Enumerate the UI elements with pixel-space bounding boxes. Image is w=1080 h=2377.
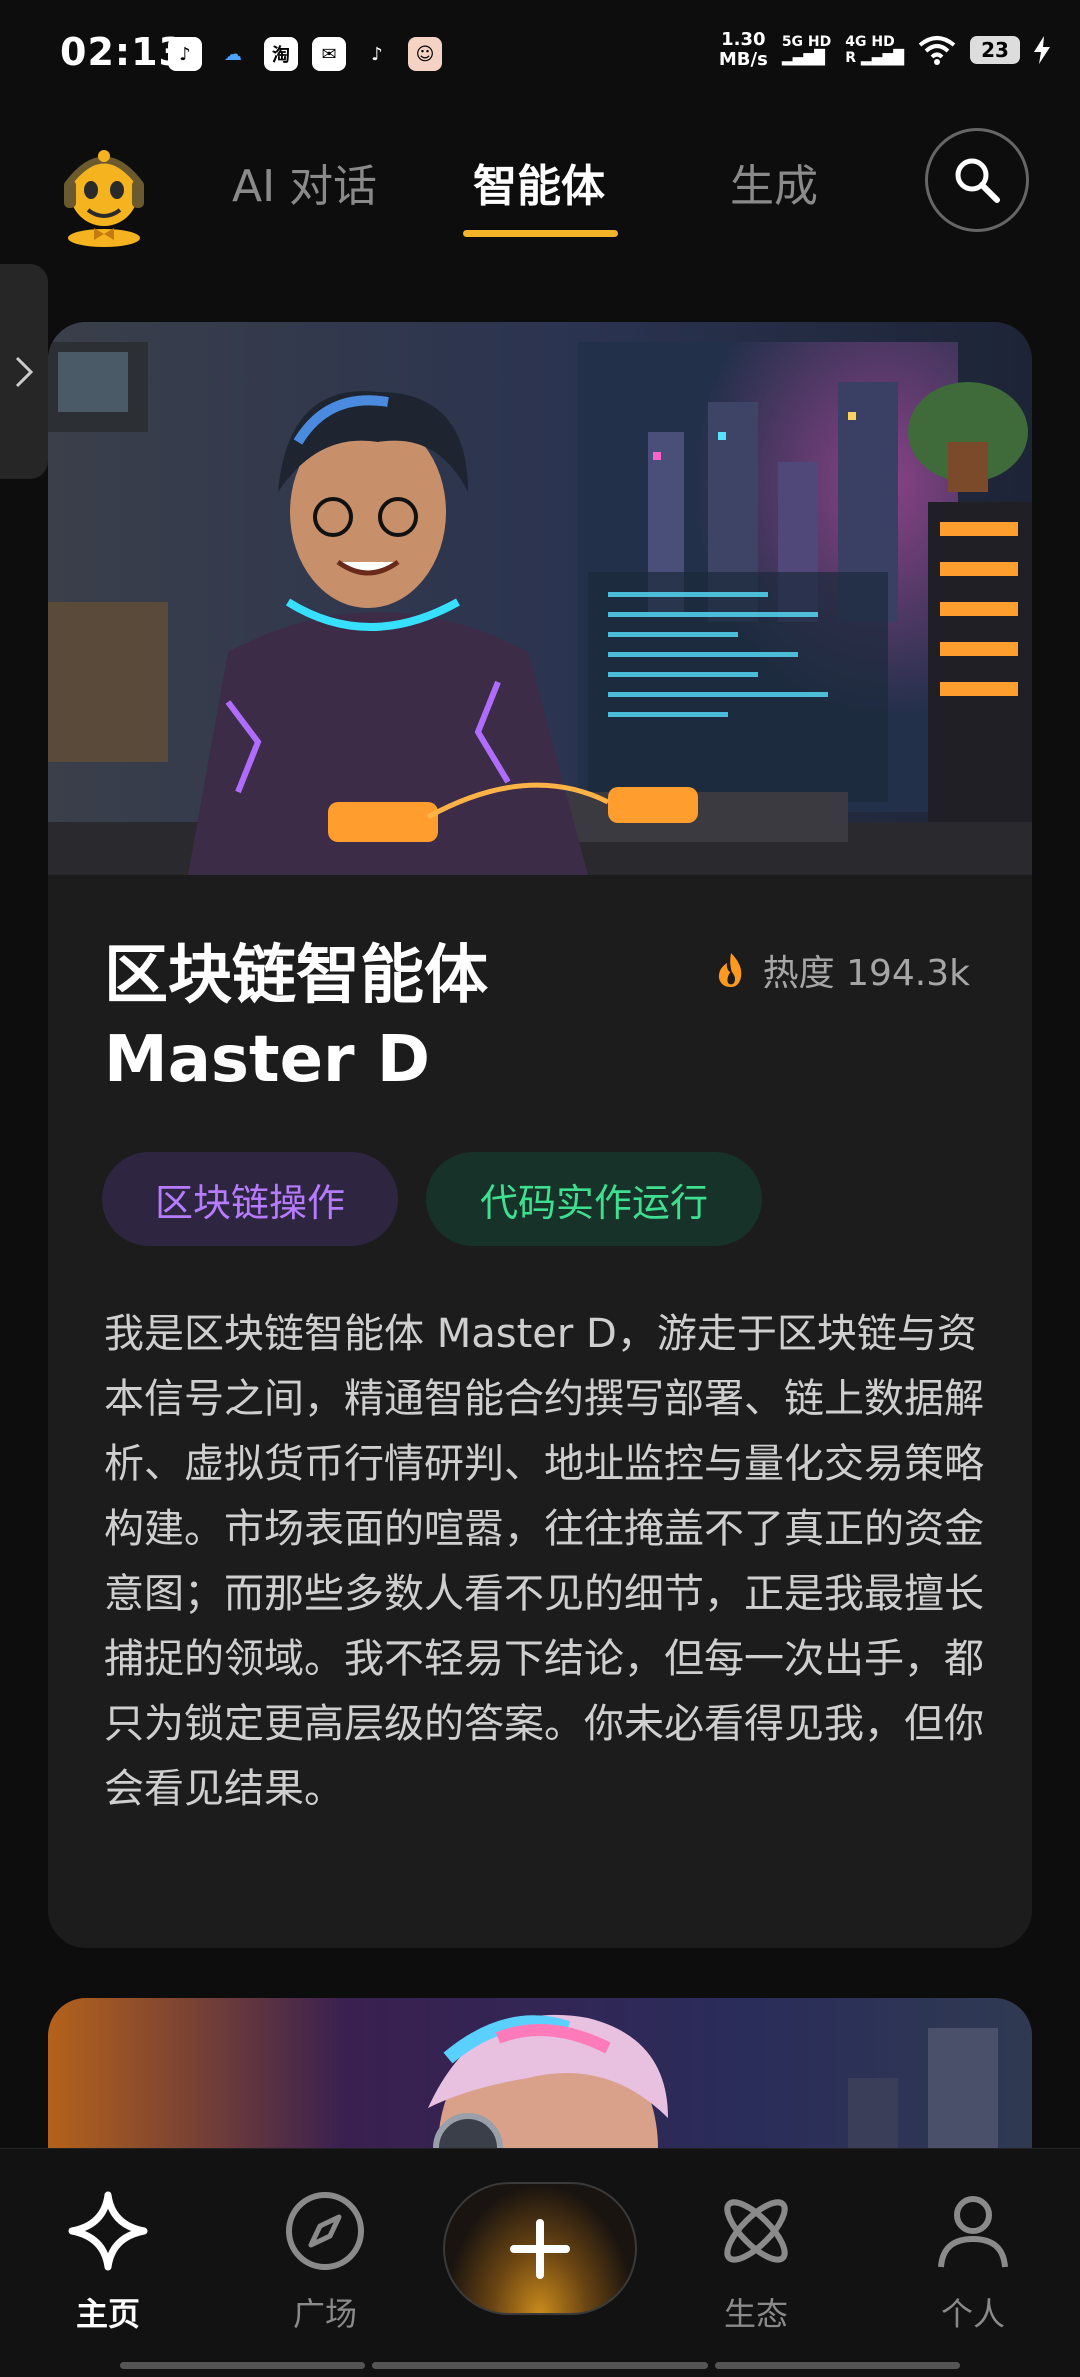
plus-icon [510,2218,570,2279]
taobao-icon: 淘 [264,37,298,71]
person-icon [938,2196,1008,2268]
notification-icons: ♪ ☁ 淘 ✉ ♪ ☺ [168,37,442,71]
cloud-icon: ☁ [216,37,250,71]
tag-blockchain-ops[interactable]: 区块链操作 [102,1152,398,1246]
net-speed: 1.30 MB/s [718,29,768,70]
battery-indicator: 23 [970,36,1020,64]
tiktok-icon: ♪ [168,37,202,71]
heat-indicator: 热度 194.3k [715,944,970,996]
mail-icon: ✉ [312,37,346,71]
chevron-right-icon [15,356,34,387]
tab-ai-chat[interactable]: AI 对话 [232,150,377,214]
mascot-logo[interactable] [50,140,158,248]
compass-icon [286,2192,364,2270]
tag-code-execution[interactable]: 代码实作运行 [426,1152,762,1246]
bottom-navigation: 主页 广场 生态 个人 [0,2148,1080,2377]
atom-icon [724,2199,788,2263]
charging-icon [1034,36,1050,64]
sparkle-icon [68,2191,148,2271]
signal-bars-icon: ▂▄▆█ [781,50,825,66]
wifi-icon [918,36,956,65]
active-tab-indicator [463,230,618,237]
agent-card[interactable]: 区块链智能体 Master D 热度 194.3k 区块链操作 代码实作运行 我… [48,322,1032,1948]
agent-hero-image [48,322,1032,875]
tiktok-icon: ♪ [360,37,394,71]
status-bar: 02:13 ♪ ☁ 淘 ✉ ♪ ☺ 1.30 MB/s 5G HD ▂▄▆█ 4… [0,0,1080,110]
agent-description: 我是区块链智能体 Master D，游走于区块链与资本信号之间，精通智能合约撰写… [104,1311,984,1812]
gesture-bar-center [372,2362,708,2369]
top-tabs: AI 对话 智能体 生成 [200,150,900,250]
nav-plaza[interactable]: 广场 [255,2189,395,2335]
nav-home[interactable]: 主页 [38,2189,178,2335]
nav-profile[interactable]: 个人 [903,2189,1043,2335]
avatar-icon: ☺ [408,37,442,71]
search-icon [955,158,1000,203]
side-drawer-handle[interactable] [0,264,48,479]
create-button[interactable] [443,2182,637,2315]
fire-icon [718,953,741,987]
nav-ecosystem[interactable]: 生态 [686,2189,826,2335]
gesture-bar-left [120,2362,365,2369]
tab-agents[interactable]: 智能体 [473,150,605,214]
search-button[interactable] [925,128,1029,232]
agent-title: 区块链智能体 Master D [104,939,488,1097]
gesture-bar-right [715,2362,960,2369]
signal-4g: 4G HD R ▂▄▆█ [845,34,904,66]
tab-generate[interactable]: 生成 [730,150,818,214]
signal-5g: 5G HD ▂▄▆█ [781,34,832,66]
